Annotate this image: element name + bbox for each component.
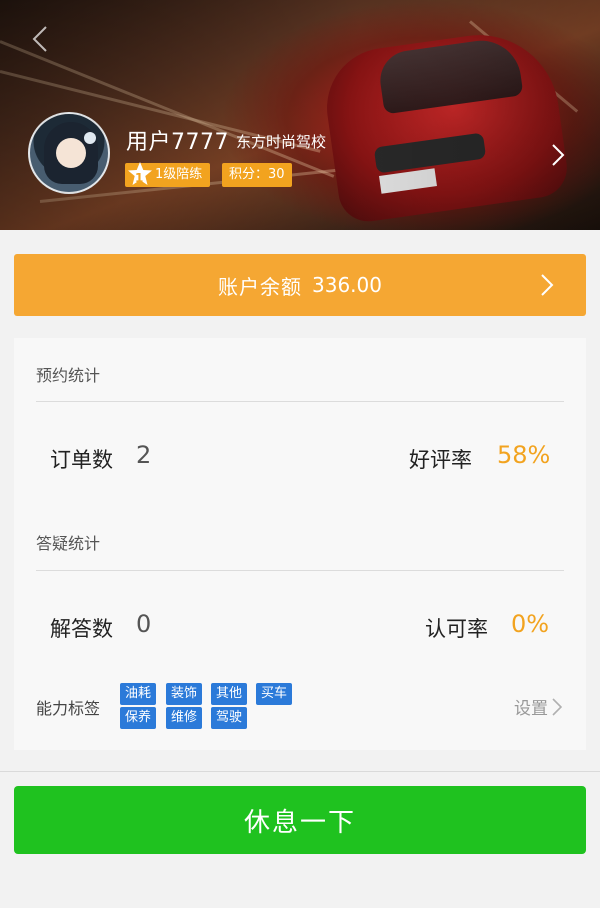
booking-stats-title: 预约统计 xyxy=(36,366,101,385)
chevron-right-icon xyxy=(552,144,565,166)
divider xyxy=(0,771,600,772)
ability-settings-button[interactable]: 设置 xyxy=(514,694,562,719)
divider xyxy=(36,570,564,571)
level-number: 1 xyxy=(135,171,144,185)
profile-header-banner: 用户7777 东方时尚驾校 1 1级陪练 积分：30 xyxy=(0,0,600,230)
ability-tag: 其他 xyxy=(211,683,248,705)
qa-stats-title: 答疑统计 xyxy=(36,534,101,553)
level-badge: 1 1级陪练 xyxy=(125,162,211,187)
rating-label: 好评率 xyxy=(409,448,472,472)
balance-label: 账户余额 xyxy=(218,274,302,299)
ability-tags-label: 能力标签 xyxy=(36,699,101,718)
ability-tag: 装饰 xyxy=(166,683,203,705)
avatar-bow xyxy=(84,132,96,144)
chevron-left-icon xyxy=(32,26,47,52)
take-a-rest-button[interactable]: 休息一下 xyxy=(14,786,586,854)
ability-tag: 驾驶 xyxy=(211,707,248,729)
profile-detail-button[interactable] xyxy=(546,140,570,170)
balance-amount: 336.00 xyxy=(312,273,382,297)
user-avatar[interactable] xyxy=(28,112,110,194)
orders-label: 订单数 xyxy=(50,448,113,472)
approval-value: 0% xyxy=(511,610,550,638)
ability-tag: 油耗 xyxy=(120,683,157,705)
ability-tag: 维修 xyxy=(166,707,203,729)
chevron-right-icon xyxy=(552,697,562,716)
chevron-right-icon xyxy=(541,274,554,296)
driving-school-name: 东方时尚驾校 xyxy=(236,133,327,151)
avatar-face xyxy=(56,138,86,168)
back-button[interactable] xyxy=(26,22,54,56)
level-label: 1级陪练 xyxy=(155,167,203,182)
divider xyxy=(36,401,564,402)
ability-tag: 买车 xyxy=(256,683,293,705)
ability-tag: 保养 xyxy=(120,707,157,729)
stats-card: 预约统计 订单数 2 好评率 58% 答疑统计 解答数 0 认可率 0% 能力标… xyxy=(14,338,586,750)
banner-shade xyxy=(0,0,600,230)
account-balance-button[interactable]: 账户余额 336.00 xyxy=(14,254,586,316)
settings-label: 设置 xyxy=(514,699,548,719)
orders-value: 2 xyxy=(136,441,152,469)
answers-value: 0 xyxy=(136,610,152,638)
answers-label: 解答数 xyxy=(50,617,113,641)
approval-label: 认可率 xyxy=(425,617,488,641)
points-badge: 积分：30 xyxy=(222,163,292,187)
rating-value: 58% xyxy=(497,441,551,469)
username: 用户7777 xyxy=(126,130,229,155)
